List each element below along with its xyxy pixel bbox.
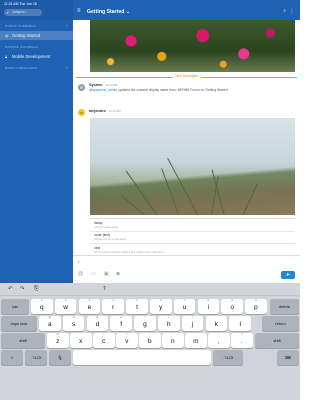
key-t[interactable]: 5t bbox=[126, 298, 148, 314]
channel-item-mobile-development[interactable]: 🔒︎ Mobile Development bbox=[0, 52, 73, 61]
new-messages-divider: New Messages bbox=[73, 74, 300, 79]
add-public-channel-icon[interactable]: + bbox=[65, 24, 68, 28]
message-input[interactable]: / bbox=[78, 259, 79, 264]
search-placeholder: Jump to... bbox=[12, 10, 28, 14]
add-direct-message-icon[interactable]: + bbox=[65, 66, 68, 70]
post-body: @sysadmin_admin updated the channel disp… bbox=[89, 88, 228, 92]
redo-icon[interactable]: ↷ bbox=[20, 286, 25, 292]
keyboard-letters-row-2: @ a # s $ d & f * g(h) j ' k " l bbox=[0, 315, 300, 332]
channel-title[interactable]: Getting Started ⌄ bbox=[87, 9, 130, 15]
ios-keyboard: ↶ ↷ ⎘ ⍒ tab delete 1q2w3e4r5t6y7u8i9o0p … bbox=[0, 283, 300, 400]
avatar[interactable]: a bbox=[78, 109, 85, 116]
channel-item-getting-started[interactable]: ◍ Getting Started bbox=[0, 31, 73, 40]
post-time: 11:23 AM bbox=[108, 109, 121, 113]
lock-icon: 🔒︎ bbox=[5, 54, 8, 59]
channel-view: ≡ Getting Started ⌄ ⌕ ⋮ New Messages ⚙ S… bbox=[73, 0, 300, 283]
post-author[interactable]: System bbox=[89, 83, 103, 87]
key-s[interactable]: # s bbox=[62, 315, 85, 331]
key-a[interactable]: @ a bbox=[39, 315, 61, 331]
key-punct[interactable]: ?. bbox=[231, 332, 253, 348]
key-o[interactable]: 9o bbox=[221, 298, 243, 314]
grass-image-attachment[interactable] bbox=[90, 118, 295, 215]
key-e[interactable]: 3e bbox=[78, 298, 101, 314]
post-author[interactable]: alejandro bbox=[89, 109, 106, 113]
key-v[interactable]: = v bbox=[116, 332, 138, 348]
direct-messages-header: DIRECT MESSAGES + bbox=[5, 65, 68, 71]
hide-keyboard-icon[interactable]: ⌨ bbox=[277, 350, 299, 365]
more-options-icon[interactable]: ⋮ bbox=[289, 8, 295, 15]
undo-icon[interactable]: ↶ bbox=[8, 286, 13, 292]
key-b[interactable]: / b bbox=[139, 332, 161, 348]
key-p[interactable]: 0p bbox=[245, 298, 267, 314]
key-m[interactable]: :m bbox=[185, 332, 207, 348]
file-icon[interactable]: ▭ bbox=[91, 271, 96, 277]
search-icon: ⌕ bbox=[6, 10, 9, 15]
image-icon[interactable]: ▣ bbox=[104, 271, 109, 277]
numbers-key-right[interactable]: .?123 bbox=[213, 350, 243, 365]
jump-to-search[interactable]: ⌕ Jump to... bbox=[4, 9, 42, 16]
slash-command-away[interactable]: /away Set your status away bbox=[90, 219, 295, 232]
composer-toolbar: @ ▭ ▣ ◙ bbox=[78, 271, 120, 277]
key-r[interactable]: 4r bbox=[102, 298, 124, 314]
message-composer: / @ ▭ ▣ ◙ ➤ bbox=[73, 255, 300, 283]
format-icon[interactable]: ⍒ bbox=[103, 286, 106, 293]
flower-image-attachment[interactable] bbox=[90, 20, 295, 72]
send-button[interactable]: ➤ bbox=[281, 271, 295, 279]
key-h[interactable]: (h bbox=[158, 315, 180, 331]
key-q[interactable]: 1q bbox=[31, 298, 53, 314]
key-n[interactable]: ; n bbox=[162, 332, 184, 348]
system-avatar-icon: ⚙ bbox=[78, 84, 85, 91]
microphone-icon[interactable]: 🎙 bbox=[49, 350, 71, 365]
key-x[interactable]: -x bbox=[70, 332, 92, 348]
keyboard-letters-row-3: % z - x + c = v / b; n: m!,?. bbox=[0, 332, 300, 349]
hamburger-menu-icon[interactable]: ≡ bbox=[77, 8, 81, 14]
post-time: 11:23 AM bbox=[105, 83, 118, 87]
key-y[interactable]: 6y bbox=[150, 298, 172, 314]
keyboard-letters-row-1: 1q2w3e4r5t6y7u8i9o0p bbox=[0, 298, 300, 315]
key-l[interactable]: " l bbox=[229, 315, 251, 331]
user-post: a alejandro 11:23 AM bbox=[78, 109, 295, 117]
key-u[interactable]: 7u bbox=[173, 298, 196, 314]
key-g[interactable]: * g bbox=[134, 315, 156, 331]
key-c[interactable]: + c bbox=[93, 332, 115, 348]
camera-icon[interactable]: ◙ bbox=[117, 271, 120, 277]
key-z[interactable]: % z bbox=[47, 332, 69, 348]
channel-sidebar: ⌕ Jump to... PUBLIC CHANNELS + ◍ Getting… bbox=[0, 0, 73, 283]
user-mention[interactable]: @sysadmin_admin bbox=[89, 88, 117, 92]
search-icon[interactable]: ⌕ bbox=[283, 8, 286, 14]
key-f[interactable]: & f bbox=[110, 315, 132, 331]
key-d[interactable]: $ d bbox=[86, 315, 109, 331]
keyboard-row-4: ☺ .?123 🎙 .?123 ⌨ bbox=[0, 350, 300, 366]
system-post: ⚙ System 11:23 AM @sysadmin_admin update… bbox=[78, 83, 295, 97]
message-feed[interactable]: New Messages ⚙ System 11:23 AM @sysadmin… bbox=[73, 20, 300, 267]
key-k[interactable]: ' k bbox=[205, 315, 228, 331]
emoji-key[interactable]: ☺ bbox=[1, 350, 23, 365]
key-punct[interactable]: !, bbox=[208, 332, 230, 348]
at-mention-icon[interactable]: @ bbox=[78, 271, 83, 277]
numbers-key[interactable]: .?123 bbox=[25, 350, 47, 365]
space-bar[interactable] bbox=[73, 350, 211, 365]
keyboard-toolbar: ↶ ↷ ⎘ ⍒ bbox=[0, 283, 300, 296]
key-j[interactable]: ) j bbox=[181, 315, 204, 331]
channel-header: ≡ Getting Started ⌄ ⌕ ⋮ bbox=[73, 0, 300, 20]
key-i[interactable]: 8i bbox=[197, 298, 220, 314]
globe-icon: ◍ bbox=[5, 33, 9, 38]
slash-command-code[interactable]: /code {text} Display text as a code bloc… bbox=[90, 232, 295, 245]
paste-icon[interactable]: ⎘ bbox=[34, 286, 38, 293]
key-w[interactable]: 2w bbox=[54, 298, 77, 314]
